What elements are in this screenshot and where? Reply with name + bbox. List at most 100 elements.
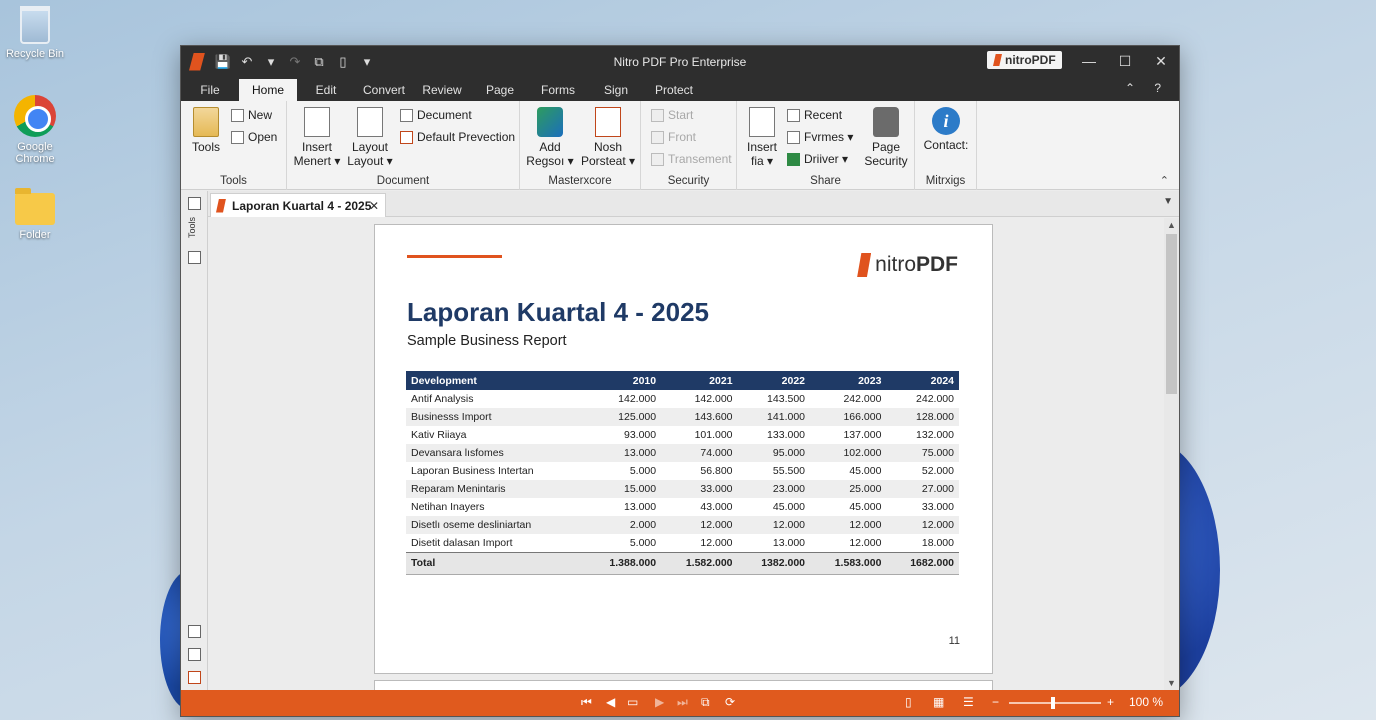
group-label-tools: Tools [220, 175, 247, 187]
row-label-cell: Businesss Import [406, 408, 585, 426]
page-number-box[interactable]: ▭ [627, 695, 638, 709]
page-security-button[interactable]: Page Security [863, 107, 909, 168]
tab-forms[interactable]: Forms [529, 79, 587, 101]
zoom-slider-thumb[interactable] [1051, 697, 1055, 709]
front-button[interactable]: Front [651, 130, 696, 144]
desktop-icon-label: Google Chrome [15, 141, 55, 165]
insert-menert-button[interactable]: Insert Menert ▾ [293, 107, 341, 168]
nosh-porsteat-button[interactable]: Nosh Porsteat ▾ [580, 107, 636, 168]
next-page-icon[interactable]: ▶ [655, 695, 664, 709]
tab-home[interactable]: Home [239, 79, 297, 101]
vertical-scrollbar[interactable]: ▲ ▼ [1164, 218, 1179, 690]
value-cell: 101.000 [694, 429, 733, 441]
zoom-in-button[interactable]: + [1107, 695, 1114, 709]
single-page-view-icon[interactable]: ▯ [905, 695, 912, 709]
value-cell: 13.000 [772, 536, 806, 549]
layout-button[interactable]: Layout Layout ▾ [347, 107, 393, 168]
document-viewport[interactable]: nitro PDF Laporan Kuartal 4 - 2025 Sample… [209, 218, 1165, 690]
grid-view-icon[interactable]: ▦ [933, 695, 944, 709]
insert-fia-button[interactable]: Insert fia ▾ [743, 107, 781, 168]
zoom-slider[interactable] [1009, 697, 1101, 709]
formes-dropdown[interactable]: Fvrmes ▾ [787, 130, 853, 144]
tab-protect[interactable]: Protect [645, 79, 703, 101]
scroll-up-icon[interactable]: ▲ [1167, 220, 1176, 230]
scrollbar-thumb[interactable] [1166, 234, 1177, 394]
comments-panel-icon[interactable] [188, 648, 201, 661]
row-label-cell: Disetit dalasan Import [411, 536, 513, 549]
decument-button[interactable]: Decument [400, 108, 472, 122]
recycle-bin-icon [20, 6, 50, 44]
column-header: Development [406, 371, 585, 390]
value-cell: 45.000 [849, 501, 882, 513]
attachments-panel-icon[interactable] [188, 625, 201, 638]
customize-qat-icon[interactable]: ▾ [355, 54, 379, 70]
value-cell: 33.000 [661, 480, 738, 498]
tab-file[interactable]: File [181, 79, 239, 101]
tab-edit[interactable]: Edit [297, 79, 355, 101]
start-button[interactable]: Start [651, 108, 693, 122]
group-label-share: Share [810, 175, 841, 187]
minimize-button[interactable]: — [1071, 46, 1107, 77]
tools-button[interactable]: Tools [191, 107, 221, 154]
pages-panel-icon[interactable] [188, 197, 201, 210]
close-button[interactable]: ✕ [1143, 46, 1179, 77]
last-page-icon[interactable]: ⏭ [677, 695, 688, 710]
undo-icon[interactable]: ↶ [235, 54, 259, 70]
tab-sign[interactable]: Sign [587, 79, 645, 101]
value-cell: 56.800 [700, 465, 733, 477]
value-cell: 12.000 [849, 536, 882, 549]
maximize-button[interactable]: ☐ [1107, 46, 1143, 77]
transement-button[interactable]: Transement [651, 152, 732, 166]
rotate-page-icon[interactable]: ⟳ [725, 695, 735, 709]
collapse-ribbon-icon[interactable]: ⌃ [1160, 174, 1169, 187]
add-regsoi-button[interactable]: Add Regsoı ▾ [526, 107, 574, 168]
add-label: Add [539, 140, 561, 154]
value-cell: 5.000 [629, 465, 657, 477]
value-cell: 52.000 [921, 465, 954, 477]
value-cell: 15.000 [584, 480, 662, 498]
redo-icon[interactable]: ↷ [283, 54, 307, 70]
layout-icon [357, 107, 383, 137]
value-cell: 23.000 [737, 480, 811, 498]
tab-list-dropdown-icon[interactable]: ▼ [1163, 196, 1173, 207]
column-header: 2024 [886, 371, 959, 390]
side-panel-label[interactable]: Tools [187, 217, 197, 238]
prev-page-icon[interactable]: ◀ [606, 695, 615, 709]
driver-dropdown[interactable]: Driiver ▾ [787, 152, 848, 166]
group-label-document: Document [376, 175, 430, 187]
page-number: 11 [948, 635, 960, 647]
driver-icon [787, 152, 800, 166]
tab-convert[interactable]: Convert [355, 79, 413, 101]
tab-page[interactable]: Page [471, 79, 529, 101]
desktop-icon-chrome[interactable]: Google Chrome [0, 95, 70, 165]
copy-page-icon[interactable]: ⧉ [701, 695, 710, 710]
new-doc-icon[interactable]: ▯ [331, 54, 355, 70]
save-icon[interactable]: 💾 [211, 54, 235, 70]
value-cell: 75.000 [886, 444, 959, 462]
new-button[interactable]: New [231, 108, 272, 122]
column-header: 2021 [661, 371, 738, 390]
open-button[interactable]: Open [231, 130, 277, 144]
continuous-view-icon[interactable]: ☰ [963, 695, 974, 709]
recent-checkbox[interactable]: Recent [787, 108, 842, 122]
ribbon-options-icons[interactable]: ⌃ ? [1125, 81, 1169, 95]
copy-icon[interactable]: ⧉ [307, 54, 331, 70]
first-page-icon[interactable]: ⏮ [581, 695, 592, 710]
zoom-level[interactable]: 100 % [1129, 695, 1163, 709]
tab-review[interactable]: Review [413, 79, 471, 101]
ribbon-tabs: File Home Edit Convert Review Page Forms… [181, 77, 1179, 101]
value-cell: 166.000 [810, 408, 887, 426]
pdf-panel-icon[interactable] [188, 671, 201, 684]
pdf-page: nitro PDF Laporan Kuartal 4 - 2025 Sample… [374, 224, 993, 674]
default-prevection-button[interactable]: Default Prevection [400, 130, 515, 144]
brand-badge: nitroPDF [987, 51, 1062, 69]
desktop-icon-recycle-bin[interactable]: Recycle Bin [0, 6, 70, 60]
undo-dropdown-icon[interactable]: ▾ [259, 54, 283, 70]
bookmarks-panel-icon[interactable] [188, 251, 201, 264]
close-tab-icon[interactable]: ✕ [369, 199, 379, 213]
desktop-icon-folder[interactable]: Folder [0, 188, 70, 241]
document-tab[interactable]: Laporan Kuartal 4 - 2025 ✕ [210, 193, 386, 217]
zoom-out-button[interactable]: − [992, 695, 999, 709]
contact-button[interactable]: i Contact: [921, 107, 971, 152]
scroll-down-icon[interactable]: ▼ [1167, 678, 1176, 688]
